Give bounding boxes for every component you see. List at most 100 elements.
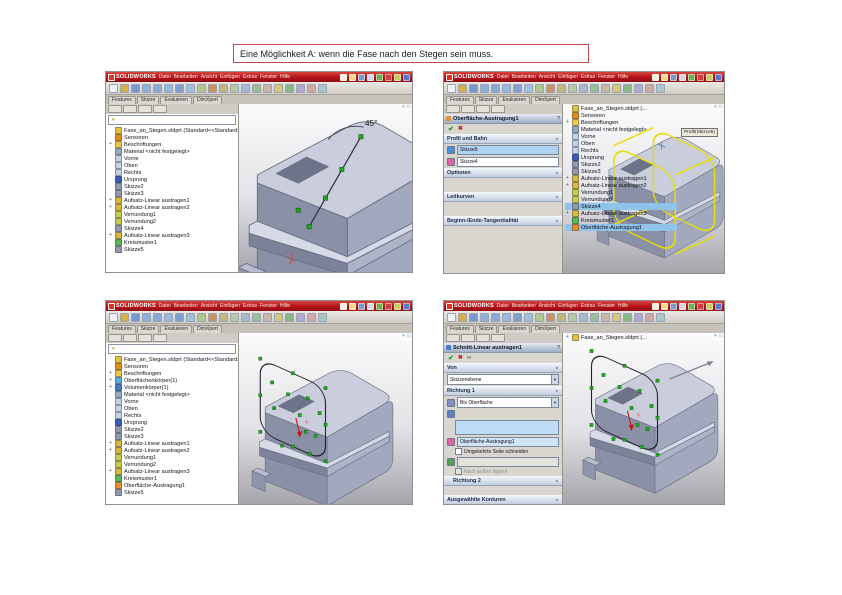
featuremanager-tab[interactable] (446, 334, 460, 342)
new-icon[interactable] (340, 73, 347, 81)
pan-icon[interactable]: + (402, 105, 405, 110)
help-icon[interactable] (403, 302, 410, 310)
tree-item[interactable]: Sensoren (565, 112, 677, 119)
detail-preview-icon[interactable]: ∞ (467, 355, 471, 361)
convert-entities-icon[interactable] (219, 312, 228, 322)
tree-item[interactable]: Oben (108, 162, 238, 169)
draft-icon[interactable] (447, 458, 455, 466)
flip-side-checkbox[interactable]: Umgekehrte Seite schneiden (444, 448, 562, 456)
mirror-entities-icon[interactable] (579, 312, 588, 322)
viewport-canvas[interactable]: 45° (239, 104, 412, 273)
offset-entities-icon[interactable] (568, 312, 577, 322)
menu-item[interactable]: Datei (497, 74, 509, 80)
offset-entities-icon[interactable] (230, 83, 239, 93)
display-relations-icon[interactable] (296, 83, 305, 93)
tree-item[interactable]: + Aufsatz-Linear austragen2 (565, 182, 677, 189)
viewport-controls[interactable]: + □ (714, 334, 722, 339)
rectangle-icon[interactable] (142, 83, 151, 93)
convert-entities-icon[interactable] (557, 312, 566, 322)
sketch-tool-icon[interactable] (120, 83, 129, 93)
menu-item[interactable]: Fenster (598, 303, 615, 309)
tree-item[interactable]: Skizze3 (108, 190, 238, 197)
ellipse-icon[interactable] (524, 312, 533, 322)
tree-item[interactable]: Oberfläche-Austragung1 (565, 224, 677, 231)
tree-item[interactable]: + Aufsatz-Linear austragen2 (108, 204, 238, 211)
commandmanager-tab[interactable]: Features (446, 96, 474, 104)
menu-item[interactable]: Datei (497, 303, 509, 309)
graphics-viewport[interactable]: + □ Fase_an_Stegen.sldprt (... Sensoren + Be… (563, 104, 724, 273)
circle-icon[interactable] (491, 312, 500, 322)
add-relation-icon[interactable] (623, 83, 632, 93)
pan-icon[interactable]: + (714, 334, 717, 339)
profile-field[interactable]: Skizze5 (457, 145, 559, 155)
sketch-tool-icon[interactable] (458, 312, 467, 322)
quick-snaps-icon[interactable] (656, 83, 665, 93)
tree-item[interactable]: Skizze5 (108, 489, 238, 496)
quick-snaps-icon[interactable] (318, 83, 327, 93)
line-icon[interactable] (469, 312, 478, 322)
ok-icon[interactable]: ✔ (448, 126, 454, 133)
options-icon[interactable] (394, 73, 401, 81)
tree-item[interactable]: Rechts (108, 169, 238, 176)
commandmanager-tab[interactable]: Skizze (136, 96, 160, 104)
open-icon[interactable] (661, 302, 668, 310)
quick-snaps-icon[interactable] (318, 312, 327, 322)
tree-item[interactable]: Oben (565, 140, 677, 147)
end-condition-dropdown[interactable]: Bis Oberfläche ▼ (457, 397, 559, 408)
mirror-entities-icon[interactable] (579, 83, 588, 93)
add-relation-icon[interactable] (285, 83, 294, 93)
dimxpertmanager-tab[interactable] (491, 334, 505, 342)
sketch-tool-icon[interactable] (458, 83, 467, 93)
profile-callout[interactable]: Profil(Skizze5) (681, 128, 718, 137)
print-icon[interactable] (679, 73, 686, 81)
section-options[interactable]: Optionen» (444, 168, 562, 178)
angle-dimension[interactable]: 45° (365, 119, 377, 128)
tree-item[interactable]: Ursprung (565, 154, 677, 161)
zoom-fit-icon[interactable]: □ (719, 105, 722, 110)
menu-item[interactable]: Bearbeiten (512, 303, 536, 309)
new-icon[interactable] (652, 302, 659, 310)
tree-item[interactable]: Rechts (565, 147, 677, 154)
move-entities-icon[interactable] (601, 83, 610, 93)
tree-item[interactable]: Kreismuster1 (565, 217, 677, 224)
convert-entities-icon[interactable] (219, 83, 228, 93)
tree-item[interactable]: Material <nicht festgelegt> (565, 126, 677, 133)
tree-item[interactable]: Vorne (108, 398, 238, 405)
display-relations-icon[interactable] (634, 312, 643, 322)
smart-dimension-icon[interactable] (274, 83, 283, 93)
tree-item[interactable]: + Aufsatz-Linear austragen1 (108, 440, 238, 447)
save-icon[interactable] (358, 302, 365, 310)
save-icon[interactable] (670, 73, 677, 81)
checkbox-icon[interactable] (455, 448, 462, 455)
menu-item[interactable]: Extras (581, 74, 595, 80)
print-icon[interactable] (367, 302, 374, 310)
trim-icon[interactable] (546, 83, 555, 93)
mirror-entities-icon[interactable] (241, 83, 250, 93)
line-icon[interactable] (131, 312, 140, 322)
cad-model[interactable] (582, 363, 719, 494)
tree-item[interactable]: Oben (108, 405, 238, 412)
rectangle-icon[interactable] (480, 312, 489, 322)
tree-item[interactable]: Verrundung1 (565, 189, 677, 196)
commandmanager-tab[interactable]: Skizze (136, 325, 160, 333)
menu-item[interactable]: Extras (243, 303, 257, 309)
options-icon[interactable] (706, 302, 713, 310)
select-icon[interactable] (447, 312, 456, 322)
line-icon[interactable] (131, 83, 140, 93)
dimxpertmanager-tab[interactable] (491, 105, 505, 113)
viewport-canvas[interactable] (239, 333, 412, 505)
ellipse-icon[interactable] (186, 83, 195, 93)
tree-item[interactable]: Verrundung2 (108, 218, 238, 225)
menu-item[interactable]: Ansicht (201, 303, 217, 309)
circle-icon[interactable] (491, 83, 500, 93)
section-direction1[interactable]: Richtung 1» (444, 386, 562, 396)
tree-item[interactable]: + Beschriftungen (565, 119, 677, 126)
tree-item[interactable]: + Oberflächenkörper(1) (108, 377, 238, 384)
tree-item[interactable]: + Volumenkörper(1) (108, 384, 238, 391)
smart-dimension-icon[interactable] (274, 312, 283, 322)
viewport-controls[interactable]: + □ (402, 334, 410, 339)
section-guide-curves[interactable]: Leitkurven» (444, 192, 562, 202)
tree-item[interactable]: Skizze2 (108, 183, 238, 190)
display-relations-icon[interactable] (296, 312, 305, 322)
menu-item[interactable]: Hilfe (618, 74, 628, 80)
